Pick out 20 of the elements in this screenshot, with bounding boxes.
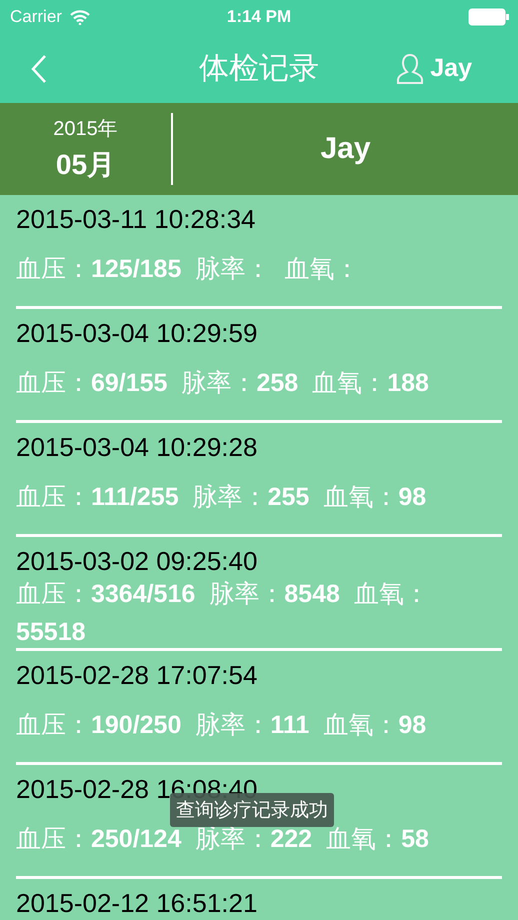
- readings-text: 血压：69/155 脉率：258 血氧：188: [16, 368, 430, 398]
- carrier-label: Carrier: [10, 7, 62, 27]
- readings-text: 血压：125/185 脉率： 血氧：: [16, 254, 360, 284]
- nav-title: 体检记录: [199, 51, 319, 87]
- record-datetime: 2015-02-12 16:51:21: [16, 887, 258, 919]
- person-icon: [396, 52, 424, 84]
- record-datetime: 2015-02-28 17:07:54: [16, 659, 258, 691]
- readings-text: 血压：111/255 脉率：255 血氧：98: [16, 482, 428, 512]
- status-time: 1:14 PM: [226, 7, 292, 27]
- readings-text: 血压：3364/516 脉率：8548 血氧：55518: [16, 579, 430, 648]
- month-picker[interactable]: 2015年 05月: [0, 113, 173, 185]
- record-datetime: 2015-03-04 10:29:28: [16, 431, 258, 463]
- record-datetime: 2015-03-11 10:28:34: [16, 203, 256, 235]
- back-button[interactable]: [30, 54, 48, 84]
- patient-name: Jay: [319, 132, 372, 166]
- readings-text: 血压：190/250 脉率：111 血氧：98: [16, 710, 428, 740]
- battery-icon: [468, 8, 510, 26]
- wifi-icon: [70, 10, 90, 24]
- record-datetime: 2015-03-04 10:29:59: [16, 317, 258, 349]
- record-datetime: 2015-03-02 09:25:40: [16, 545, 258, 577]
